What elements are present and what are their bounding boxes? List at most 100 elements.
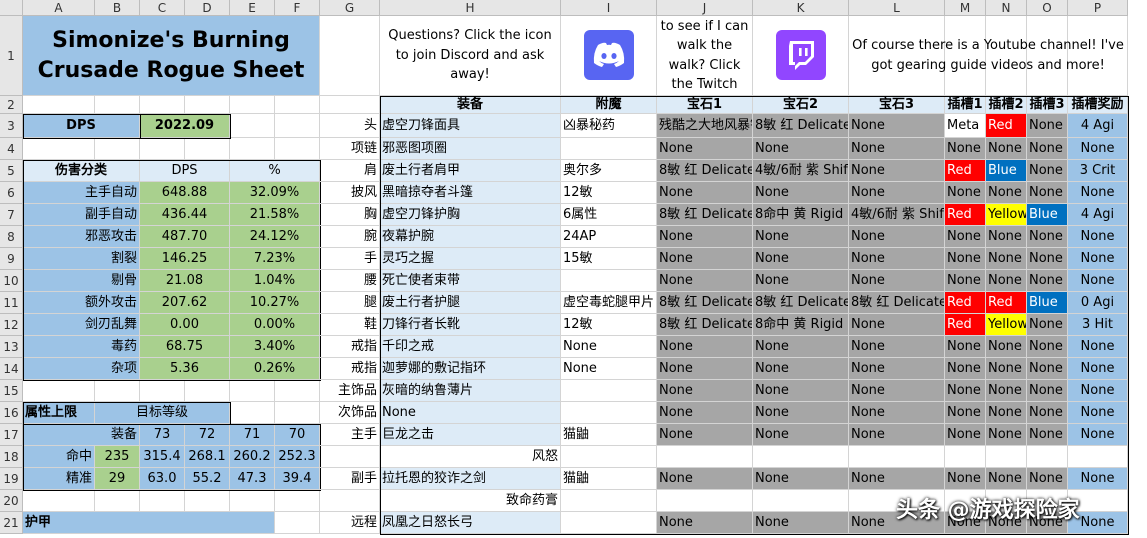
gear-enchant[interactable]: 12敏 — [561, 182, 657, 204]
gear-item[interactable]: 刀锋行者长靴 — [380, 314, 561, 336]
gear-item[interactable]: 凤凰之日怒长弓 — [380, 512, 561, 534]
cell[interactable] — [95, 96, 140, 114]
row-header-10[interactable]: 10 — [0, 270, 23, 292]
row-header-17[interactable]: 17 — [0, 424, 23, 446]
gear-gem1[interactable]: None — [657, 358, 753, 380]
cell[interactable] — [561, 490, 657, 512]
column-header-m[interactable]: M — [945, 0, 986, 16]
column-header-d[interactable]: D — [185, 0, 230, 16]
gear-gem3[interactable]: None — [849, 226, 945, 248]
gear-gem3[interactable]: 4敏/6耐 紫 Shifting — [849, 204, 945, 226]
cell[interactable] — [275, 512, 320, 534]
gear-gem3[interactable]: None — [849, 468, 945, 490]
gear-gem3[interactable]: None — [849, 314, 945, 336]
gear-item[interactable]: 邪恶图项圈 — [380, 138, 561, 160]
row-header-6[interactable]: 6 — [0, 182, 23, 204]
gear-item[interactable]: 废土行者肩甲 — [380, 160, 561, 182]
gear-gem1[interactable]: None — [657, 512, 753, 534]
gear-enchant[interactable]: 猫鼬 — [561, 424, 657, 446]
discord-icon[interactable] — [584, 30, 634, 80]
gear-item[interactable]: 灰暗的纳鲁薄片 — [380, 380, 561, 402]
cell[interactable] — [1068, 446, 1128, 468]
cell[interactable] — [140, 490, 185, 512]
gear-enchant[interactable]: 猫鼬 — [561, 468, 657, 490]
cell[interactable] — [185, 490, 230, 512]
column-header-k[interactable]: K — [753, 0, 849, 16]
cell[interactable] — [95, 490, 140, 512]
gear-gem3[interactable]: None — [849, 114, 945, 138]
cell[interactable] — [275, 490, 320, 512]
gear-item[interactable]: 夜幕护腕 — [380, 226, 561, 248]
row-header-12[interactable]: 12 — [0, 314, 23, 336]
gear-item[interactable]: 迦萝娜的敷记指环 — [380, 358, 561, 380]
cell[interactable] — [230, 402, 275, 424]
gear-item[interactable]: 千印之戒 — [380, 336, 561, 358]
row-header-11[interactable]: 11 — [0, 292, 23, 314]
gear-enchant[interactable] — [561, 138, 657, 160]
cell[interactable] — [185, 138, 230, 160]
cell[interactable] — [1027, 446, 1068, 468]
cell[interactable] — [657, 490, 753, 512]
gear-gem2[interactable]: 4敏/6耐 紫 Shifting — [753, 160, 849, 182]
row-header-20[interactable]: 20 — [0, 490, 23, 512]
row-header-15[interactable]: 15 — [0, 380, 23, 402]
select-all-corner[interactable] — [0, 0, 23, 16]
gear-enchant[interactable]: 奥尔多 — [561, 160, 657, 182]
gear-gem2[interactable]: None — [753, 380, 849, 402]
cell[interactable] — [95, 380, 140, 402]
cell[interactable] — [95, 138, 140, 160]
gear-gem2[interactable]: None — [753, 358, 849, 380]
twitch-icon[interactable] — [776, 30, 826, 80]
cell[interactable] — [849, 446, 945, 468]
gear-gem1[interactable]: None — [657, 138, 753, 160]
gear-enchant[interactable]: 凶暴秘药 — [561, 114, 657, 138]
gear-buff[interactable]: 风怒 — [380, 446, 561, 468]
gear-gem3[interactable]: None — [849, 138, 945, 160]
gear-gem3[interactable]: None — [849, 380, 945, 402]
cell[interactable] — [230, 114, 275, 138]
gear-gem1[interactable]: 8敏 红 Delicate — [657, 314, 753, 336]
gear-gem1[interactable]: 8敏 红 Delicate — [657, 204, 753, 226]
gear-item[interactable]: 巨龙之击 — [380, 424, 561, 446]
cell[interactable] — [140, 96, 185, 114]
row-header-7[interactable]: 7 — [0, 204, 23, 226]
gear-item[interactable]: 废土行者护腿 — [380, 292, 561, 314]
cell[interactable] — [657, 446, 753, 468]
gear-gem2[interactable]: 8敏 红 Delicate — [753, 292, 849, 314]
column-header-b[interactable]: B — [95, 0, 140, 16]
cell[interactable] — [140, 380, 185, 402]
row-header-13[interactable]: 13 — [0, 336, 23, 358]
gear-gem2[interactable]: None — [753, 182, 849, 204]
column-header-a[interactable]: A — [23, 0, 95, 16]
row-header-2[interactable]: 2 — [0, 96, 23, 114]
gear-enchant[interactable] — [561, 380, 657, 402]
gear-gem1[interactable]: 8敏 红 Delicate — [657, 160, 753, 182]
cell[interactable] — [986, 446, 1027, 468]
column-header-o[interactable]: O — [1027, 0, 1068, 16]
cell[interactable] — [275, 138, 320, 160]
cell[interactable] — [230, 380, 275, 402]
cell[interactable] — [185, 380, 230, 402]
gear-gem2[interactable]: None — [753, 248, 849, 270]
gear-gem1[interactable]: None — [657, 270, 753, 292]
row-header-21[interactable]: 21 — [0, 512, 23, 534]
column-header-l[interactable]: L — [849, 0, 945, 16]
gear-gem2[interactable]: 8命中 黄 Rigid Dawnstone — [753, 314, 849, 336]
gear-gem1[interactable]: None — [657, 424, 753, 446]
cell[interactable] — [561, 446, 657, 468]
row-header-19[interactable]: 19 — [0, 468, 23, 490]
gear-gem1[interactable]: None — [657, 248, 753, 270]
gear-enchant[interactable] — [561, 402, 657, 424]
gear-enchant[interactable]: None — [561, 358, 657, 380]
gear-gem2[interactable]: None — [753, 468, 849, 490]
gear-gem3[interactable]: None — [849, 182, 945, 204]
gear-gem3[interactable]: None — [849, 402, 945, 424]
cell[interactable] — [753, 490, 849, 512]
cell[interactable] — [23, 380, 95, 402]
gear-gem2[interactable]: None — [753, 138, 849, 160]
column-header-g[interactable]: G — [320, 0, 380, 16]
gear-gem3[interactable]: None — [849, 336, 945, 358]
gear-item[interactable]: 虚空刀锋护胸 — [380, 204, 561, 226]
cell[interactable] — [275, 402, 320, 424]
gear-gem2[interactable]: None — [753, 424, 849, 446]
